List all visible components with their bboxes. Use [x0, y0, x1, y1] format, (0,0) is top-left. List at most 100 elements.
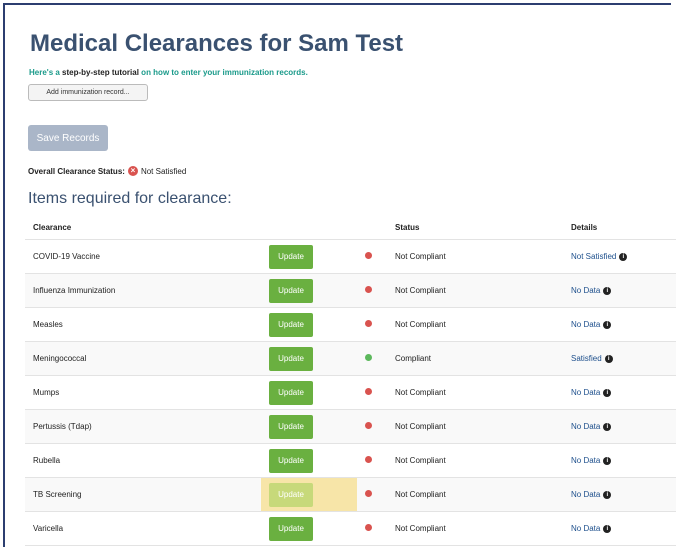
tutorial-text: Here's a step-by-step tutorial on how to… [29, 68, 308, 77]
info-icon[interactable]: i [603, 320, 612, 329]
compliant-icon [365, 354, 372, 361]
not-compliant-icon [365, 388, 372, 395]
update-button[interactable]: Update [269, 516, 313, 541]
details-text[interactable]: No Data [571, 524, 600, 533]
clearance-name: Mumps [25, 375, 261, 410]
not-compliant-icon [365, 252, 372, 259]
update-cell: Update [261, 375, 357, 410]
update-button[interactable]: Update [269, 380, 313, 405]
not-compliant-icon [365, 490, 372, 497]
table-row: Pertussis (Tdap) Update Not Compliant No Da… [25, 409, 676, 444]
details-cell[interactable]: No Data i [563, 375, 676, 410]
clearance-table: Clearance Status Details COVID-19 Vaccin… [25, 215, 676, 546]
status-text: Not Compliant [387, 511, 563, 546]
details-text[interactable]: No Data [571, 490, 600, 499]
info-icon[interactable]: i [603, 422, 612, 431]
info-icon[interactable]: i [603, 388, 612, 397]
info-icon[interactable]: i [604, 354, 613, 363]
not-compliant-icon [365, 456, 372, 463]
add-immunization-record-button[interactable]: Add immunization record... [28, 84, 148, 101]
clearance-name: Influenza Immunization [25, 273, 261, 308]
header-dot [357, 215, 387, 240]
update-cell: Update [261, 273, 357, 308]
table-row: Rubella Update Not Compliant No Data i [25, 443, 676, 478]
status-dot-cell [357, 443, 387, 478]
update-button[interactable]: Update [269, 346, 313, 371]
not-compliant-icon [365, 524, 372, 531]
status-dot-cell [357, 409, 387, 444]
tutorial-link[interactable]: step-by-step tutorial [62, 68, 139, 77]
info-icon[interactable]: i [619, 252, 628, 261]
details-cell[interactable]: No Data i [563, 409, 676, 444]
details-text[interactable]: No Data [571, 388, 600, 397]
details-text[interactable]: No Data [571, 320, 600, 329]
clearance-name: Pertussis (Tdap) [25, 409, 261, 444]
clearance-name: Meningococcal [25, 341, 261, 376]
details-cell[interactable]: No Data i [563, 477, 676, 512]
status-dot-cell [357, 511, 387, 546]
details-text[interactable]: No Data [571, 286, 600, 295]
table-row: TB Screening Update Not Compliant No Data i [25, 477, 676, 512]
info-icon[interactable]: i [603, 490, 612, 499]
header-clearance: Clearance [25, 215, 261, 240]
not-compliant-icon [365, 422, 372, 429]
update-cell: Update [261, 443, 357, 478]
tutorial-post: on how to enter your immunization record… [138, 68, 308, 77]
header-action [261, 215, 357, 240]
details-cell[interactable]: No Data i [563, 511, 676, 546]
update-button[interactable]: Update [269, 448, 313, 473]
update-button[interactable]: Update [269, 278, 313, 303]
status-text: Not Compliant [387, 273, 563, 308]
update-cell: Update [261, 341, 357, 376]
table-row: Meningococcal Update Compliant Satisfied i [25, 341, 676, 376]
overall-status-label: Overall Clearance Status: [28, 166, 125, 176]
status-text: Not Compliant [387, 409, 563, 444]
details-cell[interactable]: No Data i [563, 273, 676, 308]
update-button[interactable]: Update [269, 482, 313, 507]
tutorial-pre: Here's a [29, 68, 63, 77]
status-text: Not Compliant [387, 443, 563, 478]
update-button[interactable]: Update [269, 312, 313, 337]
status-text: Not Compliant [387, 307, 563, 342]
items-heading: Items required for clearance: [28, 190, 232, 207]
clearance-name: Rubella [25, 443, 261, 478]
details-text[interactable]: No Data [571, 422, 600, 431]
table-row: Influenza Immunization Update Not Complian… [25, 273, 676, 308]
table-header-row: Clearance Status Details [25, 215, 676, 240]
update-cell: Update [261, 239, 357, 274]
not-satisfied-icon: × [127, 166, 138, 176]
details-cell[interactable]: No Data i [563, 443, 676, 478]
update-button[interactable]: Update [269, 414, 313, 439]
details-text[interactable]: Not Satisfied [571, 252, 616, 261]
table-row: Varicella Update Not Compliant No Data i [25, 511, 676, 546]
page-title: Medical Clearances for Sam Test [30, 30, 404, 57]
details-cell[interactable]: No Data i [563, 307, 676, 342]
details-text[interactable]: No Data [571, 456, 600, 465]
status-text: Not Compliant [387, 477, 563, 512]
details-text[interactable]: Satisfied [571, 354, 602, 363]
not-compliant-icon [365, 286, 372, 293]
status-text: Not Compliant [387, 375, 563, 410]
info-icon[interactable]: i [603, 456, 612, 465]
status-dot-cell [357, 273, 387, 308]
clearance-name: Varicella [25, 511, 261, 546]
table-row: Measles Update Not Compliant No Data i [25, 307, 676, 342]
status-text: Not Compliant [387, 239, 563, 274]
header-details: Details [563, 215, 676, 240]
update-cell: Update [261, 477, 357, 512]
info-icon[interactable]: i [603, 286, 612, 295]
update-cell: Update [261, 409, 357, 444]
details-cell[interactable]: Satisfied i [563, 341, 676, 376]
save-records-button[interactable]: Save Records [28, 125, 108, 151]
details-cell[interactable]: Not Satisfied i [563, 239, 676, 274]
update-button[interactable]: Update [269, 244, 313, 269]
clearance-name: TB Screening [25, 477, 261, 512]
clearance-name: COVID-19 Vaccine [25, 239, 261, 274]
status-dot-cell [357, 307, 387, 342]
update-cell: Update [261, 511, 357, 546]
overall-status-value: Not Satisfied [140, 166, 187, 176]
table-row: COVID-19 Vaccine Update Not Compliant Not S… [25, 239, 676, 274]
not-compliant-icon [365, 320, 372, 327]
update-cell: Update [261, 307, 357, 342]
info-icon[interactable]: i [603, 524, 612, 533]
